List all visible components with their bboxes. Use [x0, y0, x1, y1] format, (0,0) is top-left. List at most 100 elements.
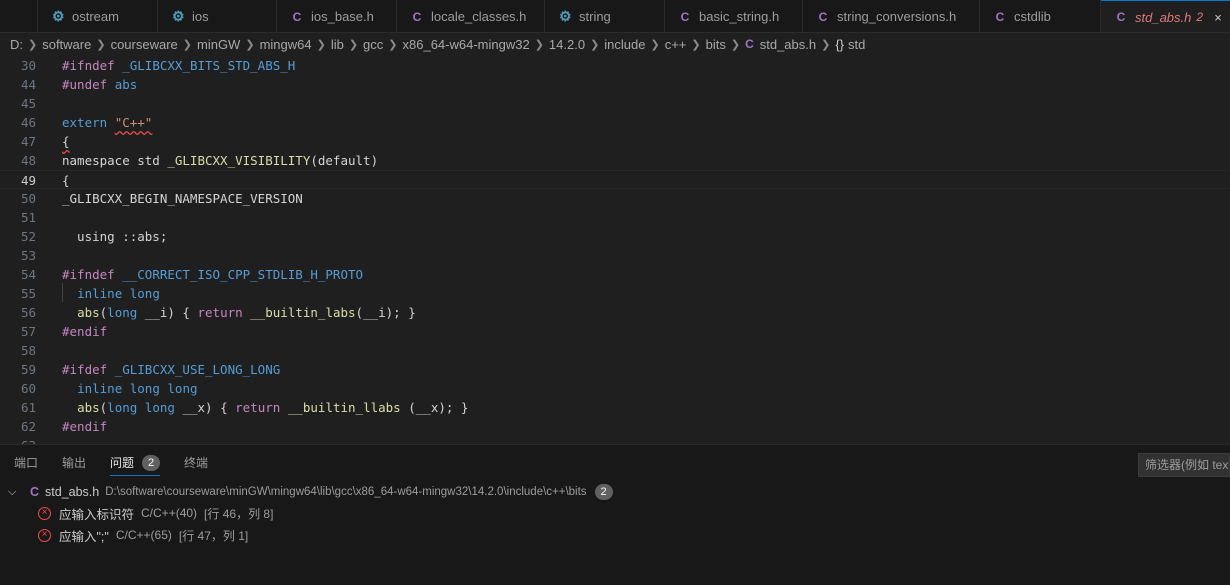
tab-label: ios — [192, 9, 209, 24]
code-line[interactable]: 53 — [0, 246, 1230, 265]
problem-message: 应输入";" — [59, 529, 109, 544]
problem-item[interactable]: × 应输入标识符 C/C++(40) [行 46，列 8] — [38, 503, 273, 523]
breadcrumb-item[interactable]: c++ — [665, 37, 687, 52]
tab-std-abs-h[interactable]: Cstd_abs.h 2 × — [1101, 0, 1230, 32]
tab-ios-base-h[interactable]: Cios_base.h — [277, 0, 397, 32]
code-text: inline long long — [62, 379, 197, 398]
code-line[interactable]: 45 — [0, 94, 1230, 113]
code-token: long — [107, 305, 138, 320]
c-file-icon: C — [745, 37, 754, 51]
code-text: { — [62, 132, 70, 151]
code-line[interactable]: 57 #endif — [0, 322, 1230, 341]
code-line[interactable]: 58 — [0, 341, 1230, 360]
code-text: { — [62, 171, 70, 190]
problem-item[interactable]: × 应输入";" C/C++(65) [行 47，列 1] — [38, 525, 248, 545]
line-number: 49 — [20, 173, 36, 188]
code-line[interactable]: 46 extern "C++" — [0, 113, 1230, 132]
tab-label: std_abs.h — [1135, 9, 1192, 25]
breadcrumb-item[interactable]: courseware — [111, 37, 178, 52]
breadcrumb-item[interactable]: gcc — [363, 37, 383, 52]
breadcrumb-item[interactable]: x86_64-w64-mingw32 — [403, 37, 530, 52]
breadcrumb-item[interactable]: include — [604, 37, 645, 52]
breadcrumb-file[interactable]: std_abs.h — [760, 37, 816, 52]
breadcrumb-item[interactable]: lib — [331, 37, 344, 52]
panel-tab[interactable]: 问题 2 — [110, 455, 161, 476]
tab-label: string_conversions.h — [837, 9, 957, 24]
tab-locale-classes-h[interactable]: Clocale_classes.h — [397, 0, 545, 32]
breadcrumb-item[interactable]: 14.2.0 — [549, 37, 585, 52]
chevron-right-icon: ❯ — [821, 38, 831, 51]
code-line[interactable]: 51 — [0, 208, 1230, 227]
code-line[interactable]: 44 #undef abs — [0, 75, 1230, 94]
code-line[interactable]: 62 #endif — [0, 417, 1230, 436]
problem-position: [行 46，列 8] — [204, 506, 274, 521]
tab-string[interactable]: ⚙ string — [545, 0, 665, 32]
problem-file-row[interactable]: ⌵ C std_abs.h D:\software\courseware\min… — [8, 482, 613, 502]
code-text: abs(long __i) { return __builtin_labs(__… — [62, 303, 416, 322]
tab-label: basic_string.h — [699, 9, 780, 24]
problem-source: C/C++(65) — [115, 528, 172, 542]
code-line[interactable]: 48 namespace std _GLIBCXX_VISIBILITY(defa… — [0, 151, 1230, 170]
problem-file-path: D:\software\courseware\minGW\mingw64\lib… — [105, 486, 587, 498]
chevron-right-icon: ❯ — [182, 38, 192, 51]
line-number: 30 — [20, 58, 36, 73]
code-token: extern — [62, 115, 108, 130]
code-line[interactable]: 59 #ifdef _GLIBCXX_USE_LONG_LONG — [0, 360, 1230, 379]
chevron-right-icon: ❯ — [388, 38, 398, 51]
breadcrumb-symbol[interactable]: std — [848, 37, 865, 52]
code-line[interactable]: 60 inline long long — [0, 379, 1230, 398]
breadcrumb-item[interactable]: D: — [10, 37, 23, 52]
code-text: _GLIBCXX_BEGIN_NAMESPACE_VERSION — [62, 189, 303, 208]
code-line[interactable]: 61 abs(long long __x) { return __builtin… — [0, 398, 1230, 417]
panel-tab[interactable]: 终端 — [184, 455, 208, 475]
chevron-down-icon[interactable]: ⌵ — [8, 486, 22, 499]
problems-filter-input[interactable]: 筛选器(例如 text — [1138, 453, 1230, 477]
code-line[interactable]: 63 — [0, 436, 1230, 444]
code-token: inline — [77, 286, 123, 301]
code-editor[interactable]: 30 #ifndef _GLIBCXX_BITS_STD_ABS_H 44 #unde… — [0, 55, 1230, 444]
breadcrumb-item[interactable]: mingw64 — [260, 37, 312, 52]
editor-tab-bar: ⚙ ostream ⚙ ios Cios_base.h Clocale_classes.h… — [0, 0, 1230, 33]
code-token: abs — [114, 77, 138, 92]
code-text: #ifndef _GLIBCXX_BITS_STD_ABS_H — [62, 56, 295, 75]
code-line[interactable]: 47 { — [0, 132, 1230, 151]
breadcrumb-item[interactable]: minGW — [197, 37, 240, 52]
problem-position: [行 47，列 1] — [178, 528, 249, 543]
gear-file-icon: ⚙ — [172, 8, 185, 24]
tab-ostream[interactable]: ⚙ ostream — [38, 0, 158, 32]
code-line[interactable]: 55 inline long — [0, 284, 1230, 303]
close-icon[interactable]: × — [1211, 10, 1225, 25]
tab-problem-count: 2 — [1196, 10, 1204, 24]
chevron-right-icon: ❯ — [534, 38, 544, 51]
tab-basic-string-h[interactable]: Cbasic_string.h — [665, 0, 803, 32]
code-line[interactable]: 56 abs(long __i) { return __builtin_labs… — [0, 303, 1230, 322]
code-token: __i) { — [137, 305, 198, 320]
code-text: #endif — [62, 322, 107, 341]
code-line[interactable]: 52 using ::abs; — [0, 227, 1230, 246]
c-file-icon: C — [412, 9, 422, 24]
code-token: return — [235, 400, 281, 415]
line-number: 45 — [20, 96, 36, 111]
breadcrumb-item[interactable]: bits — [706, 37, 726, 52]
c-file-icon: C — [995, 9, 1005, 24]
tab-ios[interactable]: ⚙ ios — [158, 0, 277, 32]
panel-tab[interactable]: 输出 — [62, 455, 86, 475]
code-line[interactable]: 50 _GLIBCXX_BEGIN_NAMESPACE_VERSION — [0, 189, 1230, 208]
tab-cstdlib[interactable]: Ccstdlib — [980, 0, 1101, 32]
code-token: (__i); } — [355, 305, 416, 320]
tab-string-conversions-h[interactable]: Cstring_conversions.h — [803, 0, 980, 32]
code-line[interactable]: 54 #ifndef __CORRECT_ISO_CPP_STDLIB_H_PRO… — [0, 265, 1230, 284]
code-line[interactable]: 30 #ifndef _GLIBCXX_BITS_STD_ABS_H — [0, 56, 1230, 75]
panel-tab[interactable]: 端口 — [14, 455, 38, 475]
code-line[interactable]: 49 { — [0, 170, 1230, 189]
code-text: inline long — [62, 284, 160, 303]
breadcrumb-item[interactable]: software — [42, 37, 91, 52]
code-token: long — [129, 381, 160, 396]
